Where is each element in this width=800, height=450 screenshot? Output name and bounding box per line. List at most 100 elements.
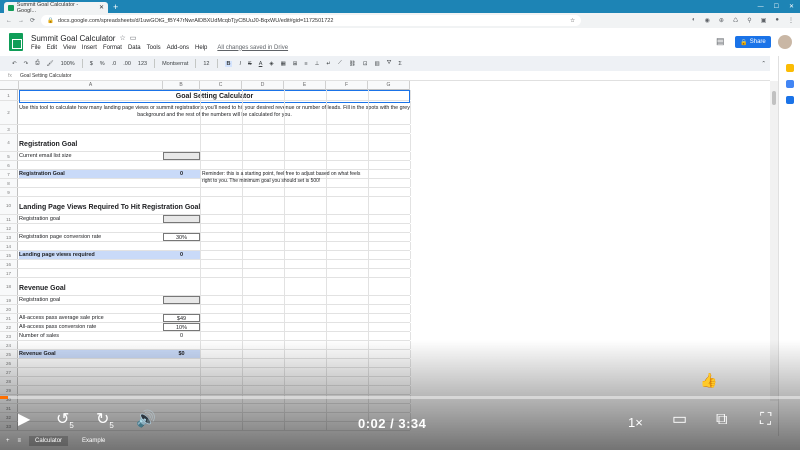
menu-item-addons[interactable]: Add-ons [167,45,189,51]
value-cell[interactable]: 0 [163,251,200,259]
more-icon[interactable]: ⋮ [788,17,794,24]
thumbs-up-icon[interactable]: 👍 [700,372,717,389]
value-cell[interactable]: $49 [163,314,200,322]
theater-mode-icon[interactable]: ▭ [672,412,687,428]
star-icon[interactable]: ☆ [119,34,125,42]
menu-item-view[interactable]: View [63,45,76,51]
undo-icon[interactable]: ↶ [12,61,17,67]
font-size-select[interactable]: 12 [203,61,209,67]
increase-decimals-button[interactable]: .00 [123,61,131,67]
insert-link-icon[interactable]: ⛓ [349,61,356,67]
extension-icon[interactable]: ◐ [692,17,696,24]
value-cell[interactable]: 10% [163,323,200,331]
row-number[interactable]: 9 [0,188,18,196]
scrollbar-thumb[interactable] [772,91,776,105]
row-number[interactable]: 16 [0,260,18,268]
reload-icon[interactable]: ⟳ [30,17,35,24]
value-cell[interactable]: 0 [163,332,200,340]
table-row[interactable]: 20 [0,305,411,314]
insert-comment-icon[interactable]: ⊡ [363,61,368,67]
value-cell[interactable]: 30% [163,233,200,241]
table-row[interactable]: 14 [0,242,411,251]
font-select[interactable]: Montserrat [162,61,188,67]
row-number[interactable]: 5 [0,152,18,160]
star-icon[interactable]: ☆ [570,18,575,24]
close-window-icon[interactable]: ✕ [789,2,794,13]
menu-item-data[interactable]: Data [128,45,141,51]
profile-icon[interactable]: ● [775,17,779,24]
row-number[interactable]: 11 [0,215,18,223]
redo-icon[interactable]: ↷ [24,61,29,67]
table-row[interactable]: 13 Registration page conversion rate 30% [0,233,411,242]
table-row[interactable]: 18 Revenue Goal [0,278,411,296]
row-number[interactable]: 2 [0,101,18,124]
menu-item-format[interactable]: Format [103,45,122,51]
row-number[interactable]: 21 [0,314,18,322]
fullscreen-icon[interactable]: ⛶ [760,412,771,428]
formula-input[interactable]: Goal Setting Calculator [20,73,71,79]
playback-speed-button[interactable]: 1× [628,415,643,431]
sheet-tab-calculator[interactable]: Calculator [29,436,69,446]
rewind-5-icon[interactable]: ↺5 [56,411,74,434]
table-row[interactable]: 1 Goal Setting Calculator [0,90,411,103]
minimize-icon[interactable]: — [758,2,764,13]
row-number[interactable]: 18 [0,278,18,295]
document-title[interactable]: Summit Goal Calculator [31,34,115,43]
row-number[interactable]: 14 [0,242,18,250]
table-row[interactable]: 22 All-access pass conversion rate 10% [0,323,411,332]
currency-format-button[interactable]: $ [90,61,93,67]
table-row[interactable]: 11 Registration goal [0,215,411,224]
row-number[interactable]: 1 [0,90,18,100]
align-vertical-icon[interactable]: ⊥ [315,61,320,67]
input-cell[interactable] [163,152,200,160]
forward-icon[interactable]: → [18,18,24,24]
row-number[interactable]: 17 [0,269,18,277]
result-label[interactable]: Landing page views required [19,251,95,260]
merge-cells-icon[interactable]: ⊞ [293,61,298,67]
decrease-decimals-button[interactable]: .0 [112,61,117,67]
row-number[interactable]: 10 [0,197,18,214]
playlist-icon[interactable]: ⧉ [716,412,727,428]
menu-item-tools[interactable]: Tools [147,45,161,51]
intro-text[interactable]: Use this tool to calculate how many land… [19,101,410,119]
print-icon[interactable]: ⎙ [35,60,39,67]
text-rotate-icon[interactable]: ⟋ [338,60,342,67]
add-sheet-icon[interactable]: + [6,438,10,444]
text-color-button[interactable]: A [259,61,263,67]
menu-item-help[interactable]: Help [195,45,207,51]
select-all-corner[interactable] [0,81,19,90]
play-icon[interactable]: ▶ [18,412,30,428]
percent-format-button[interactable]: % [100,61,105,67]
paint-format-icon[interactable]: 🖌 [47,61,54,67]
italic-button[interactable]: I [239,61,241,67]
table-row[interactable]: 19 Registration goal [0,296,411,305]
more-formats-button[interactable]: 123 [138,61,147,67]
avatar[interactable] [778,35,792,49]
table-row[interactable]: 6 [0,161,411,170]
value-cell[interactable]: 0 [163,170,200,178]
column-header[interactable]: E [284,81,326,90]
share-button[interactable]: 🔒 Share [735,36,771,48]
result-label[interactable]: Registration Goal [19,170,65,179]
table-row[interactable]: 15 Landing page views required 0 [0,251,411,260]
row-number[interactable]: 12 [0,224,18,232]
extension-icon[interactable]: ♺ [733,17,738,24]
field-label[interactable]: Registration goal [19,296,60,305]
table-row[interactable]: 7 Registration Goal 0 Reminder: this is a s… [0,170,411,184]
extension-icon[interactable]: ⊕ [719,17,724,24]
menu-item-file[interactable]: File [31,45,41,51]
align-horizontal-icon[interactable]: ≡ [304,61,307,67]
row-number[interactable]: 3 [0,125,18,133]
back-icon[interactable]: ← [6,18,12,24]
zoom-select[interactable]: 100% [61,61,75,67]
extension-icon[interactable]: ◉ [705,17,710,24]
volume-icon[interactable]: 🔊 [136,412,156,428]
strikethrough-button[interactable]: S [248,61,252,67]
column-header[interactable]: F [326,81,368,90]
column-header[interactable]: B [163,81,200,90]
field-label[interactable]: All-access pass conversion rate [19,323,96,332]
sheet-tab-example[interactable]: Example [76,436,111,446]
extension-icon[interactable]: ▣ [761,17,767,24]
maximize-icon[interactable]: ☐ [774,2,779,13]
menu-item-insert[interactable]: Insert [82,45,97,51]
